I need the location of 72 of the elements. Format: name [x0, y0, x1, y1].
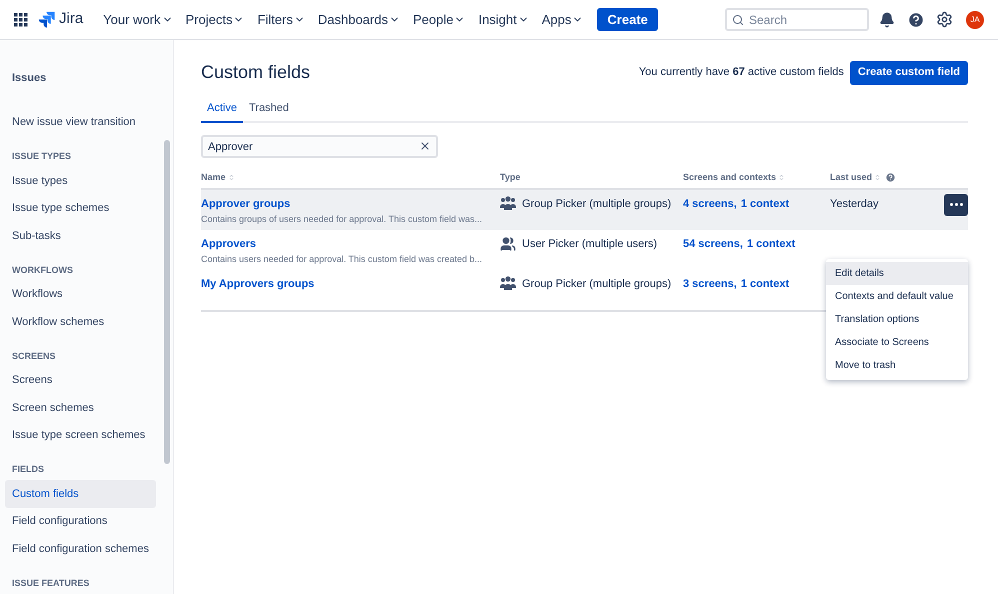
app-grid-icon[interactable] — [14, 12, 28, 26]
field-name-link[interactable]: Approvers — [201, 236, 256, 252]
sidebar-section-heading: SCREENS — [11, 350, 57, 362]
sidebar-item[interactable]: Issue type schemes — [5, 194, 156, 222]
sidebar-section-heading: ISSUE FEATURES — [11, 577, 90, 590]
sidebar-item[interactable]: Workflow schemes — [5, 308, 156, 336]
tab[interactable]: Active — [201, 100, 243, 122]
sidebar-item[interactable]: Issue type screen schemes — [5, 422, 156, 450]
create-custom-field-button[interactable]: Create custom field — [850, 60, 968, 84]
field-count-text: You currently have 67 active custom fields — [638, 65, 844, 80]
notifications-icon[interactable] — [879, 12, 895, 28]
scrollbar[interactable] — [164, 140, 170, 464]
sidebar-section-heading: WORKFLOWS — [11, 264, 74, 276]
user-avatar[interactable]: JA — [966, 10, 984, 28]
field-type: User Picker (multiple users) — [522, 236, 658, 252]
menu-item[interactable]: Contexts and default value — [826, 285, 968, 308]
create-button[interactable]: Create — [597, 8, 658, 31]
nav-menu[interactable]: Your work — [101, 10, 174, 30]
nav-menu[interactable]: Dashboards — [316, 10, 402, 30]
sidebar-section-heading: FIELDS — [11, 463, 46, 476]
search-field[interactable]: Search — [725, 8, 869, 31]
product-name[interactable]: Jira — [59, 8, 84, 31]
nav-menu[interactable]: People — [410, 10, 468, 30]
sidebar-item[interactable]: Screen schemes — [5, 394, 156, 422]
clear-icon[interactable] — [419, 140, 431, 152]
menu-item[interactable]: Edit details — [826, 262, 968, 285]
screens-link[interactable]: 54 screens, — [683, 236, 743, 252]
nav-menu[interactable]: Apps — [540, 10, 586, 30]
field-description: Contains groups of users needed for approval. This custom field was... — [201, 213, 483, 226]
field-name-link[interactable]: Approver groups — [201, 196, 290, 212]
group-icon — [500, 276, 516, 290]
last-used: Yesterday — [830, 196, 879, 212]
menu-item[interactable]: Translation options — [826, 308, 968, 331]
sidebar-section-heading: ISSUE TYPES — [11, 150, 72, 162]
sidebar-item[interactable]: Screens — [5, 366, 156, 394]
help-icon[interactable] — [885, 172, 896, 184]
menu-item[interactable]: Move to trash — [826, 354, 968, 377]
filter-field[interactable]: Approver — [201, 135, 438, 158]
nav-menu[interactable]: Projects — [184, 10, 246, 30]
group-icon — [500, 196, 516, 210]
sidebar-item[interactable]: Custom fields — [5, 480, 156, 508]
search-icon — [732, 14, 744, 26]
sidebar-item[interactable]: Sub-tasks — [5, 222, 156, 250]
column-header[interactable]: Name — [201, 171, 226, 184]
field-type: Group Picker (multiple groups) — [522, 196, 672, 212]
tab[interactable]: Trashed — [242, 100, 295, 122]
field-name-link[interactable]: My Approvers groups — [201, 276, 314, 292]
nav-menu[interactable]: Filters — [255, 10, 307, 30]
sidebar-title: Issues — [11, 71, 48, 86]
field-description: Contains users needed for approval. This custom field was created b... — [201, 253, 483, 266]
logo-icon — [38, 11, 55, 28]
sidebar-item[interactable]: Issue types — [5, 167, 156, 195]
column-header[interactable]: Last used — [830, 171, 872, 184]
menu-item[interactable]: Associate to Screens — [826, 331, 968, 354]
screens-link[interactable]: 4 screens, — [683, 196, 737, 212]
field-type: Group Picker (multiple groups) — [522, 276, 672, 292]
screens-link[interactable]: 3 screens, — [683, 276, 737, 292]
sidebar-item[interactable]: Workflows — [5, 280, 156, 308]
sidebar-item[interactable]: New issue view transition — [5, 108, 156, 136]
page-title: Custom fields — [201, 61, 310, 84]
sidebar-item[interactable]: Field configurations — [5, 508, 156, 536]
nav-menu[interactable]: Insight — [476, 10, 531, 30]
column-header[interactable]: Screens and contexts — [683, 171, 776, 184]
contexts-link[interactable]: 1 context — [746, 236, 796, 252]
sidebar-item[interactable]: Field configuration schemes — [5, 536, 156, 564]
more-actions-button[interactable] — [944, 194, 968, 216]
users-icon — [500, 236, 516, 252]
help-icon[interactable] — [907, 10, 925, 28]
settings-icon[interactable] — [936, 11, 953, 28]
column-header[interactable]: Type — [500, 171, 520, 184]
contexts-link[interactable]: 1 context — [740, 276, 790, 292]
contexts-link[interactable]: 1 context — [740, 196, 790, 212]
